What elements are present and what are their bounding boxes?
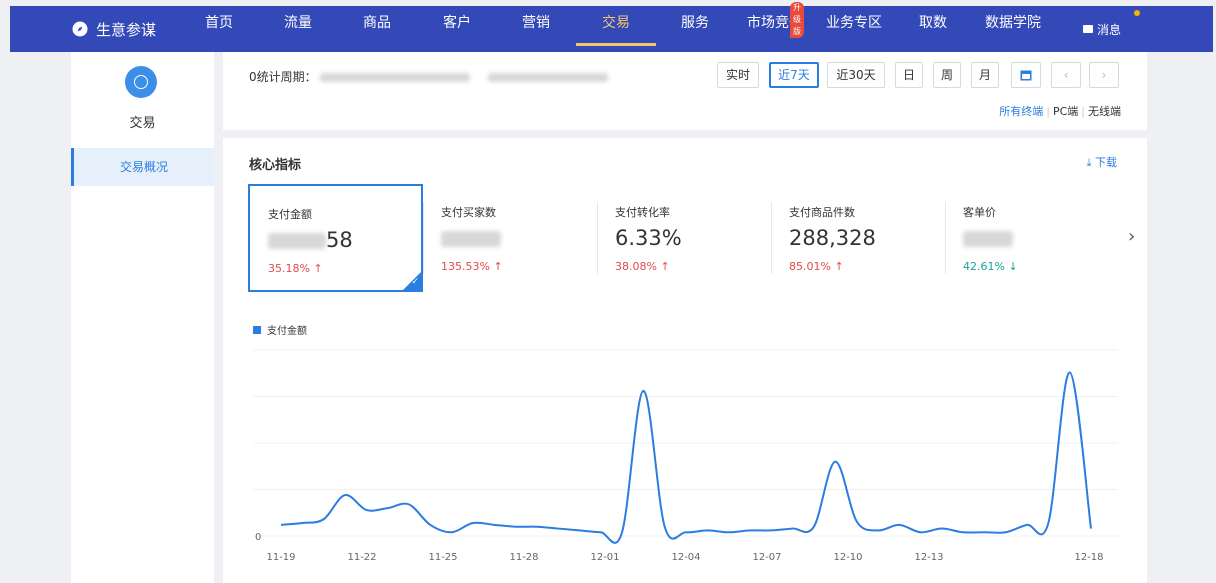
download-label: 下载 xyxy=(1095,156,1117,169)
realtime-button[interactable]: 实时 xyxy=(717,62,759,88)
nav-home[interactable]: 首页 xyxy=(203,0,235,46)
redacted-date-range xyxy=(320,73,471,82)
arrow-down-icon: ↓ xyxy=(1008,260,1018,273)
period-label-text: 0统计周期： xyxy=(249,70,317,84)
metric-name: 支付商品件数 xyxy=(789,206,855,219)
download-icon: ⤓ xyxy=(1086,156,1095,169)
metric-change: 35.18% ↑ xyxy=(268,262,323,275)
redacted-compare xyxy=(488,73,609,82)
exchange-icon xyxy=(125,66,157,98)
upgrade-badge: 升级版 xyxy=(790,2,804,38)
metric-card-items[interactable]: 支付商品件数 288,328 85.01% ↑ xyxy=(771,184,946,292)
metric-change: 135.53% ↑ xyxy=(441,260,503,273)
nav-traffic[interactable]: 流量 xyxy=(283,0,313,46)
next-period-button[interactable]: › xyxy=(1089,62,1119,88)
envelope-icon xyxy=(1083,25,1093,33)
chevron-right-icon[interactable]: › xyxy=(1128,226,1135,247)
calendar-icon xyxy=(1020,70,1032,81)
chart-legend: 支付金额 xyxy=(253,322,307,337)
x-tick-label: 11-28 xyxy=(509,552,538,563)
nav-service[interactable]: 服务 xyxy=(680,0,710,46)
metric-change-value: 135.53% xyxy=(441,260,490,273)
x-tick-label: 12-18 xyxy=(1074,552,1103,563)
terminal-all[interactable]: 所有终端 xyxy=(999,105,1043,118)
x-tick-label: 12-07 xyxy=(752,552,781,563)
nav-market[interactable]: 市场竞争 升级版 xyxy=(746,0,804,46)
arrow-up-icon: ↑ xyxy=(313,262,323,275)
period-bar: 0统计周期： 实时 近7天 近30天 日 周 月 ‹ › 所有终端 | PC端 | 无线… xyxy=(223,52,1147,130)
prev-period-button[interactable]: ‹ xyxy=(1051,62,1081,88)
last-7-days-button[interactable]: 近7天 xyxy=(769,62,819,88)
nav-marketing[interactable]: 营销 xyxy=(521,0,551,46)
metric-change-value: 35.18% xyxy=(268,262,310,275)
terminal-mobile[interactable]: 无线端 xyxy=(1088,105,1121,118)
metric-name: 支付金额 xyxy=(268,208,312,221)
metric-card-conversion[interactable]: 支付转化率 6.33% 38.08% ↑ xyxy=(597,184,772,292)
legend-label: 支付金额 xyxy=(267,326,307,337)
brand-name: 生意参谋 xyxy=(96,20,157,39)
compass-icon xyxy=(72,21,88,37)
arrow-up-icon: ↑ xyxy=(660,260,670,273)
metric-change-value: 85.01% xyxy=(789,260,831,273)
metric-value: 6.33% xyxy=(615,226,682,250)
last-30-days-button[interactable]: 近30天 xyxy=(827,62,885,88)
metric-name: 支付买家数 xyxy=(441,206,496,219)
x-tick-label: 12-10 xyxy=(833,552,862,563)
metric-name: 支付转化率 xyxy=(615,206,670,219)
x-tick-label: 11-19 xyxy=(266,552,295,563)
sidebar-item-trade-overview[interactable]: 交易概况 xyxy=(71,148,214,186)
x-tick-label: 12-13 xyxy=(914,552,943,563)
core-metrics-panel: 核心指标 ⤓ 下载 支付金额 58 35.18% ↑ ✓ 支付买家数 135.5… xyxy=(223,138,1147,583)
metric-card-buyers[interactable]: 支付买家数 135.53% ↑ xyxy=(423,184,598,292)
core-title: 核心指标 xyxy=(249,158,302,173)
sidebar: 交易 交易概况 xyxy=(71,52,214,583)
y-tick-label: 0 xyxy=(255,532,261,543)
metric-change: 38.08% ↑ xyxy=(615,260,670,273)
chevron-right-icon: › xyxy=(1101,68,1107,82)
nav-customers[interactable]: 客户 xyxy=(442,0,472,46)
nav-business-zone[interactable]: 业务专区 xyxy=(825,0,883,46)
sidebar-title: 交易 xyxy=(129,116,156,131)
day-button[interactable]: 日 xyxy=(895,62,923,88)
nav-trade[interactable]: 交易 xyxy=(576,0,656,46)
week-button[interactable]: 周 xyxy=(933,62,961,88)
notification-dot xyxy=(1134,10,1140,16)
metric-change: 42.61% ↓ xyxy=(963,260,1018,273)
payment-amount-chart: 0 11-19 11-22 11-25 11-28 12-01 12-04 12-07 12-1… xyxy=(253,349,1118,563)
brand[interactable]: 生意参谋 xyxy=(72,19,202,40)
month-button[interactable]: 月 xyxy=(971,62,999,88)
calendar-button[interactable] xyxy=(1011,62,1041,88)
terminal-pc[interactable]: PC端 xyxy=(1053,105,1078,118)
arrow-up-icon: ↑ xyxy=(834,260,844,273)
metric-change: 85.01% ↑ xyxy=(789,260,844,273)
download-button[interactable]: ⤓ 下载 xyxy=(1087,154,1117,170)
x-tick-label: 11-22 xyxy=(347,552,376,563)
terminal-switch: 所有终端 | PC端 | 无线端 xyxy=(999,105,1121,118)
check-icon: ✓ xyxy=(411,277,419,287)
x-tick-label: 12-01 xyxy=(590,552,619,563)
messages-button[interactable]: 消息 xyxy=(1083,6,1121,52)
x-tick-label: 12-04 xyxy=(671,552,700,563)
arrow-up-icon: ↑ xyxy=(493,260,503,273)
metric-value: 288,328 xyxy=(789,226,876,250)
metric-value xyxy=(441,226,501,250)
nav-academy[interactable]: 数据学院 xyxy=(984,0,1042,46)
metric-card-payment-amount[interactable]: 支付金额 58 35.18% ↑ ✓ xyxy=(248,184,423,292)
metric-name: 客单价 xyxy=(963,206,996,219)
metric-change-value: 42.61% xyxy=(963,260,1005,273)
metric-card-avg-order[interactable]: 客单价 42.61% ↓ xyxy=(945,184,1115,292)
metric-value-tail: 58 xyxy=(326,228,353,252)
metric-value: 58 xyxy=(268,228,353,252)
nav-fetch-data[interactable]: 取数 xyxy=(917,0,949,46)
x-tick-label: 11-25 xyxy=(428,552,457,563)
series-line-payment-amount xyxy=(280,371,1092,544)
chevron-left-icon: ‹ xyxy=(1063,68,1069,82)
metric-change-value: 38.08% xyxy=(615,260,657,273)
legend-swatch xyxy=(253,325,261,334)
messages-label: 消息 xyxy=(1097,22,1122,37)
metric-value xyxy=(963,226,1013,250)
period-label: 0统计周期： xyxy=(249,68,609,85)
nav-products[interactable]: 商品 xyxy=(362,0,392,46)
